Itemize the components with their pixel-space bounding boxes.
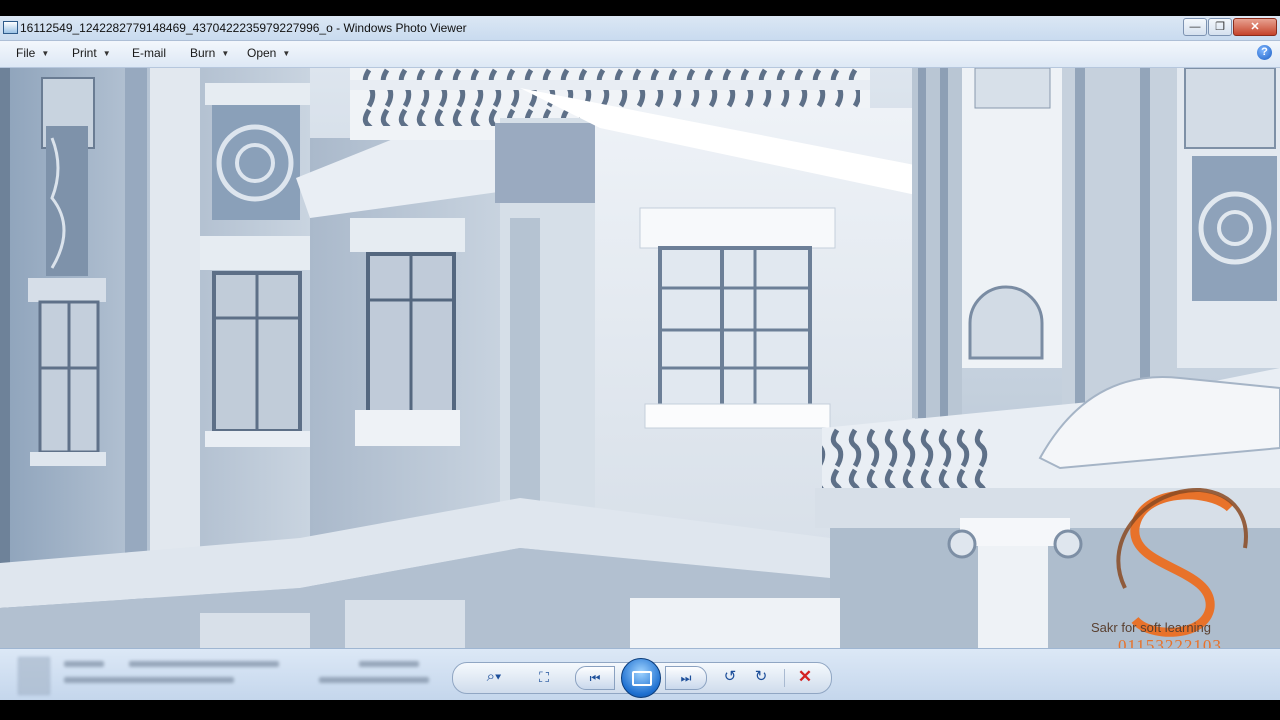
blur-line [319, 677, 429, 683]
next-button[interactable]: ⏭ [665, 666, 707, 690]
menu-email[interactable]: E-mail [132, 46, 166, 60]
previous-button[interactable]: ⏮ [575, 666, 615, 690]
screen-top-bar [0, 0, 1280, 16]
title-bar: 16112549_1242282779148469_43704222359792… [0, 16, 1280, 41]
minimize-button[interactable]: — [1183, 18, 1207, 36]
blur-line [64, 661, 104, 667]
rotate-right-icon[interactable]: ↻ [750, 666, 772, 688]
help-icon[interactable]: ? [1257, 45, 1272, 60]
menu-print-label: Print [72, 46, 97, 60]
blur-line [359, 661, 419, 667]
chevron-down-icon: ▼ [102, 49, 111, 58]
photo-viewer-app-icon [3, 21, 18, 34]
building-facade-image [0, 68, 1280, 648]
watermark-text: Sakr for soft learning [1091, 620, 1211, 635]
file-thumbnail [18, 657, 50, 695]
menu-print[interactable]: Print ▼ [72, 46, 111, 60]
menu-open-label: Open [247, 46, 277, 60]
delete-icon[interactable]: ✕ [791, 666, 819, 688]
bottom-toolbar: ⌕▾ ⛶ ⏮ ⏭ ↺ ↻ ✕ [0, 648, 1280, 701]
menu-bar: File ▼ Print ▼ E-mail Burn ▼ Open ▼ ? [0, 41, 1280, 68]
blur-line [129, 661, 279, 667]
playback-controls: ⌕▾ ⛶ ⏮ ⏭ ↺ ↻ ✕ [452, 658, 832, 698]
blur-line [64, 677, 234, 683]
chevron-down-icon: ▼ [282, 49, 291, 58]
chevron-down-icon: ▼ [41, 49, 50, 58]
chevron-down-icon: ▼ [221, 49, 230, 58]
actual-size-icon[interactable]: ⛶ [533, 666, 555, 688]
zoom-icon[interactable]: ⌕▾ [478, 666, 510, 688]
menu-burn-label: Burn [190, 46, 216, 60]
close-window-button[interactable]: ✕ [1233, 18, 1277, 36]
screen-bottom-bar [0, 700, 1280, 720]
maximize-button[interactable]: ❐ [1208, 18, 1232, 36]
menu-open[interactable]: Open ▼ [247, 46, 290, 60]
slideshow-screen-icon [632, 671, 652, 686]
menu-burn[interactable]: Burn ▼ [190, 46, 229, 60]
toolbar-divider [784, 669, 785, 687]
menu-file[interactable]: File ▼ [16, 46, 49, 60]
menu-email-label: E-mail [132, 46, 167, 60]
image-viewer[interactable] [0, 68, 1280, 648]
menu-file-label: File [16, 46, 36, 60]
window-title: 16112549_1242282779148469_43704222359792… [20, 21, 467, 35]
slideshow-button[interactable] [621, 658, 661, 698]
file-info-blurred [14, 655, 454, 695]
rotate-left-icon[interactable]: ↺ [719, 666, 741, 688]
